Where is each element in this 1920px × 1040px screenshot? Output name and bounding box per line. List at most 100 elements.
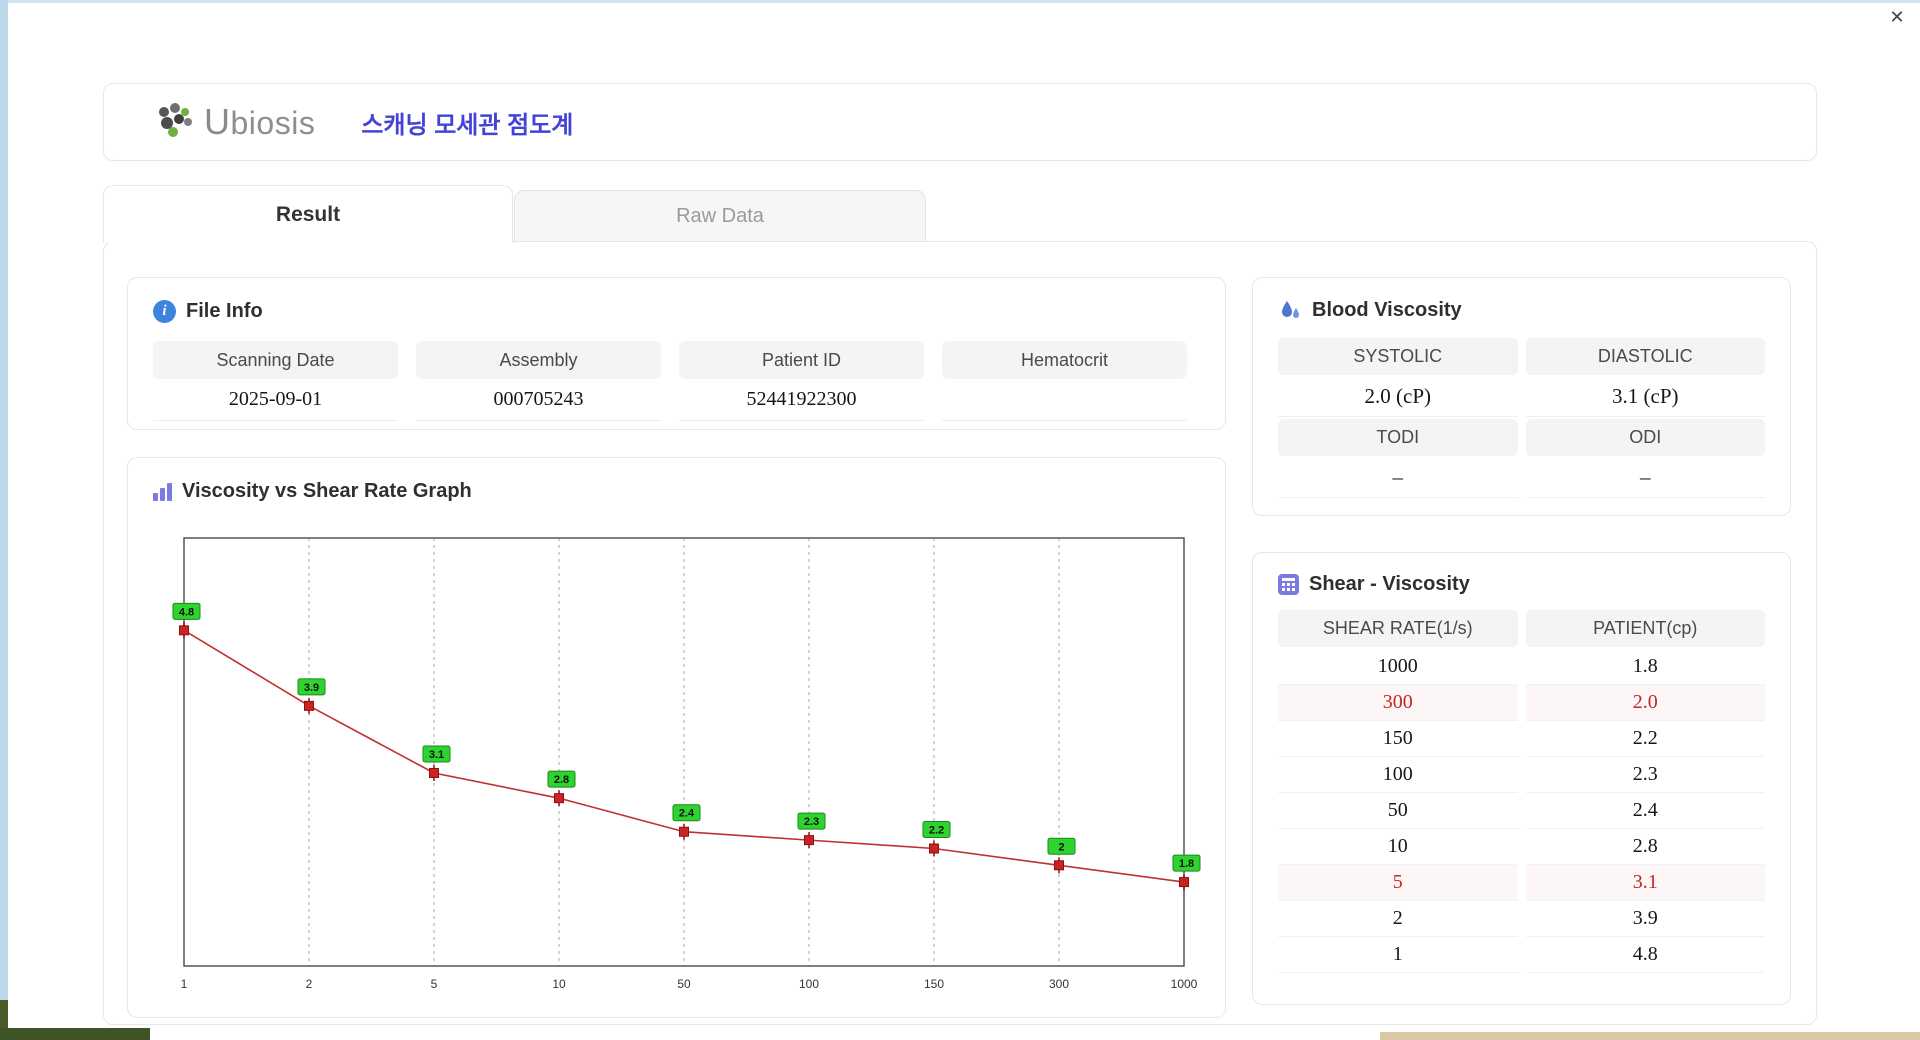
- tab-raw-data[interactable]: Raw Data: [514, 190, 926, 242]
- bv-label: ODI: [1525, 419, 1765, 456]
- shear-rate-cell: 300: [1278, 685, 1518, 721]
- info-icon: i: [153, 300, 176, 323]
- file-info-field: Assembly 000705243: [416, 341, 661, 421]
- field-label: Hematocrit: [942, 341, 1187, 379]
- table-row: 50 2.4: [1278, 793, 1765, 829]
- shear-rate-cell: 50: [1278, 793, 1518, 829]
- field-value: 2025-09-01: [153, 379, 398, 421]
- graph-card: Viscosity vs Shear Rate Graph 1 2 5 10 50 100…: [127, 457, 1226, 1018]
- close-icon[interactable]: ✕: [1884, 4, 1910, 30]
- svg-text:2.2: 2.2: [929, 825, 944, 837]
- tab-result[interactable]: Result: [103, 185, 513, 243]
- field-label: Patient ID: [679, 341, 924, 379]
- blood-viscosity-title: Blood Viscosity: [1278, 298, 1765, 322]
- table-row: 150 2.2: [1278, 721, 1765, 757]
- svg-text:3.9: 3.9: [304, 682, 319, 694]
- brand-name: Ubiosis: [204, 101, 316, 142]
- svg-text:4.8: 4.8: [179, 606, 194, 618]
- file-info-field: Scanning Date 2025-09-01: [153, 341, 398, 421]
- table-row: 5 3.1: [1278, 865, 1765, 901]
- svg-text:1.8: 1.8: [1179, 858, 1194, 870]
- graph-title: Viscosity vs Shear Rate Graph: [153, 480, 1200, 503]
- field-label: Assembly: [416, 341, 661, 379]
- blood-viscosity-title-text: Blood Viscosity: [1312, 298, 1462, 321]
- column-header-patient: PATIENT(cp): [1525, 610, 1765, 647]
- blood-viscosity-card: Blood Viscosity SYSTOLIC DIASTOLIC 2.0 (cP…: [1252, 277, 1791, 516]
- shear-rate-cell: 5: [1278, 865, 1518, 901]
- bv-value: –: [1525, 458, 1765, 498]
- blood-viscosity-grid: SYSTOLIC DIASTOLIC 2.0 (cP) 3.1 (cP) TODI ODI…: [1278, 338, 1765, 500]
- shear-rate-cell: 100: [1278, 757, 1518, 793]
- svg-text:5: 5: [431, 977, 438, 991]
- file-info-field: Hematocrit: [942, 341, 1187, 421]
- svg-text:50: 50: [677, 977, 691, 991]
- bv-value: 2.0 (cP): [1278, 377, 1518, 417]
- chart-plot: 1 2 5 10 50 100 150 300 1000 4.8 3.9 3.1 2.8 2.4 2.3 2.…: [172, 537, 1201, 991]
- graph-title-text: Viscosity vs Shear Rate Graph: [182, 480, 472, 502]
- svg-text:2: 2: [1058, 841, 1064, 853]
- shear-table-body: 1000 1.8 300 2.0 150 2.2 100 2.3 50 2.4 10 2.8 5 3.1 2…: [1278, 649, 1765, 973]
- svg-text:2.4: 2.4: [679, 808, 695, 820]
- table-row: 10 2.8: [1278, 829, 1765, 865]
- shear-viscosity-title-text: Shear - Viscosity: [1309, 573, 1470, 595]
- field-value: [942, 379, 1187, 421]
- patient-cell: 3.1: [1525, 865, 1765, 901]
- svg-text:2.3: 2.3: [804, 816, 819, 828]
- patient-cell: 1.8: [1525, 649, 1765, 685]
- bv-label: DIASTOLIC: [1525, 338, 1765, 375]
- patient-cell: 4.8: [1525, 937, 1765, 973]
- patient-cell: 2.4: [1525, 793, 1765, 829]
- app-logo: Ubiosis: [152, 101, 315, 143]
- svg-text:100: 100: [799, 977, 819, 991]
- field-value: 52441922300: [679, 379, 924, 421]
- bv-value: 3.1 (cP): [1525, 377, 1765, 417]
- viscosity-chart: 1 2 5 10 50 100 150 300 1000 4.8 3.9 3.1 2.8 2.4 2.3 2.…: [164, 528, 1204, 1005]
- shear-table-header: SHEAR RATE(1/s) PATIENT(cp): [1278, 610, 1765, 647]
- calculator-icon: [1278, 574, 1299, 595]
- patient-cell: 3.9: [1525, 901, 1765, 937]
- bv-value: –: [1278, 458, 1518, 498]
- desktop-edge-bottom-left: [0, 1028, 150, 1040]
- patient-cell: 2.8: [1525, 829, 1765, 865]
- table-row: 100 2.3: [1278, 757, 1765, 793]
- patient-cell: 2.2: [1525, 721, 1765, 757]
- shear-rate-cell: 1: [1278, 937, 1518, 973]
- logo-dots-icon: [159, 103, 192, 137]
- field-value: 000705243: [416, 379, 661, 421]
- table-row: 1 4.8: [1278, 937, 1765, 973]
- table-row: 2 3.9: [1278, 901, 1765, 937]
- svg-text:10: 10: [552, 977, 566, 991]
- app-header: Ubiosis 스캐닝 모세관 점도계: [103, 83, 1817, 161]
- file-info-field: Patient ID 52441922300: [679, 341, 924, 421]
- svg-text:150: 150: [924, 977, 944, 991]
- bar-chart-icon: [153, 482, 172, 501]
- shear-rate-cell: 10: [1278, 829, 1518, 865]
- column-header-shear-rate: SHEAR RATE(1/s): [1278, 610, 1518, 647]
- svg-text:1: 1: [181, 977, 188, 991]
- svg-text:2.8: 2.8: [554, 774, 569, 786]
- desktop-edge-top: [0, 0, 1920, 3]
- file-info-fields: Scanning Date 2025-09-01 Assembly 000705243…: [153, 341, 1200, 421]
- svg-text:2: 2: [306, 977, 313, 991]
- blood-drop-icon: [1278, 298, 1302, 322]
- shear-rate-cell: 1000: [1278, 649, 1518, 685]
- desktop-edge-bottom-right: [1380, 1032, 1920, 1040]
- svg-text:300: 300: [1049, 977, 1069, 991]
- shear-viscosity-title: Shear - Viscosity: [1278, 573, 1765, 596]
- patient-cell: 2.3: [1525, 757, 1765, 793]
- svg-text:3.1: 3.1: [429, 749, 444, 761]
- shear-rate-cell: 2: [1278, 901, 1518, 937]
- file-info-card: i File Info Scanning Date 2025-09-01 Assem…: [127, 277, 1226, 430]
- file-info-title: i File Info: [153, 300, 1200, 323]
- bv-label: SYSTOLIC: [1278, 338, 1518, 375]
- patient-cell: 2.0: [1525, 685, 1765, 721]
- bv-label: TODI: [1278, 419, 1518, 456]
- file-info-title-text: File Info: [186, 300, 263, 322]
- page-title: 스캐닝 모세관 점도계: [361, 111, 574, 139]
- table-row: 300 2.0: [1278, 685, 1765, 721]
- svg-text:1000: 1000: [1171, 977, 1198, 991]
- desktop-edge-left: [0, 0, 8, 1000]
- field-label: Scanning Date: [153, 341, 398, 379]
- table-row: 1000 1.8: [1278, 649, 1765, 685]
- result-panel: i File Info Scanning Date 2025-09-01 Assem…: [103, 241, 1817, 1025]
